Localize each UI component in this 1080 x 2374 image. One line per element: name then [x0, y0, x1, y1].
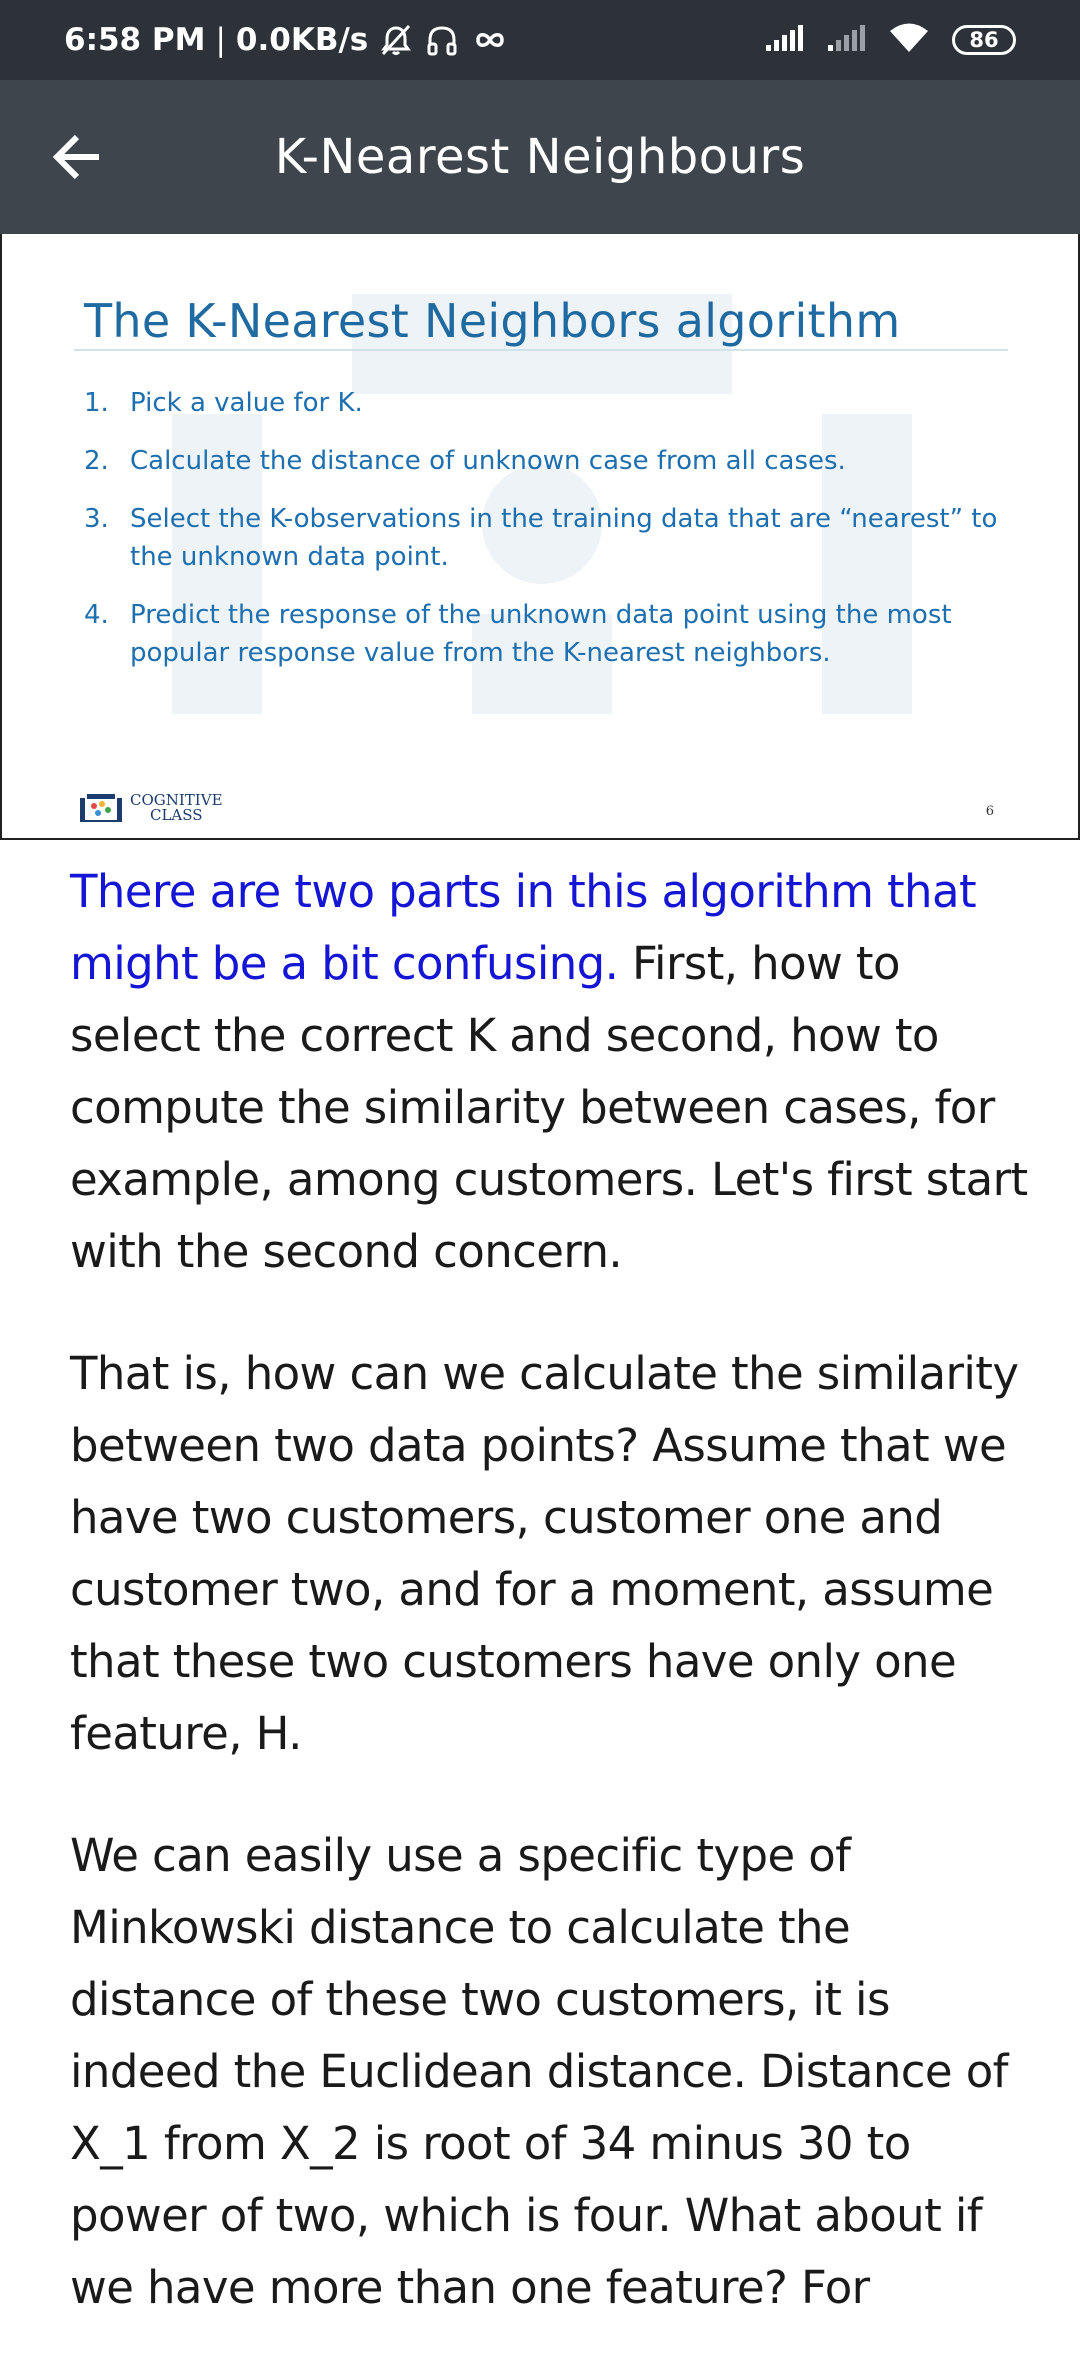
status-right: 86 — [764, 0, 1016, 80]
app-bar: K-Nearest Neighbours — [0, 80, 1080, 234]
logo-line-2: CLASS — [149, 806, 203, 824]
status-time: 6:58 PM — [64, 22, 206, 58]
logo-text: COGNITIVE CLASS — [130, 793, 223, 823]
status-bar: 6:58 PM | 0.0KB/s 86 — [0, 0, 1080, 80]
step-number: 3. — [84, 504, 109, 534]
infinity-icon — [470, 22, 510, 58]
step-number: 2. — [84, 446, 109, 476]
transcript-paragraph[interactable]: That is, how can we calculate the simila… — [70, 1338, 1030, 1770]
slide-heading: The K-Nearest Neighbors algorithm — [84, 294, 901, 348]
slide-step: 1. Pick a value for K. — [84, 384, 1004, 422]
transcript-paragraph: There are two parts in this algorithm th… — [70, 856, 1030, 1288]
step-text: Pick a value for K. — [130, 388, 363, 418]
logo-mark-icon — [80, 794, 122, 822]
slide-page-number: 6 — [985, 804, 994, 819]
transcript-paragraph[interactable]: We can easily use a specific type of Min… — [70, 1820, 1030, 2324]
alarm-off-icon — [378, 22, 414, 58]
slide-divider — [74, 349, 1008, 351]
slide-step: 3. Select the K-observations in the trai… — [84, 500, 1004, 576]
signal-icon — [764, 23, 804, 57]
wifi-icon — [888, 22, 930, 58]
step-number: 4. — [84, 600, 109, 630]
step-text: Calculate the distance of unknown case f… — [130, 446, 846, 476]
step-text: Select the K-observations in the trainin… — [130, 504, 998, 572]
battery-icon: 86 — [952, 25, 1016, 55]
step-text: Predict the response of the unknown data… — [130, 600, 952, 668]
battery-level: 86 — [969, 28, 999, 52]
arrow-left-icon — [52, 134, 99, 180]
slide-steps-list: 1. Pick a value for K. 2. Calculate the … — [84, 384, 1004, 692]
slide-step: 2. Calculate the distance of unknown cas… — [84, 442, 1004, 480]
status-separator: | — [215, 22, 226, 58]
page-title: K-Nearest Neighbours — [274, 129, 806, 185]
slide-step: 4. Predict the response of the unknown d… — [84, 596, 1004, 672]
back-button[interactable] — [42, 122, 112, 192]
transcript: There are two parts in this algorithm th… — [70, 856, 1030, 2374]
headset-icon — [424, 22, 460, 58]
status-speed: 0.0KB/s — [235, 22, 369, 58]
step-number: 1. — [84, 388, 109, 418]
signal-icon-2 — [826, 23, 866, 57]
lecture-slide: The K-Nearest Neighbors algorithm 1. Pic… — [0, 234, 1080, 840]
cognitive-class-logo: COGNITIVE CLASS — [78, 792, 223, 824]
status-left: 6:58 PM | 0.0KB/s — [64, 0, 510, 80]
